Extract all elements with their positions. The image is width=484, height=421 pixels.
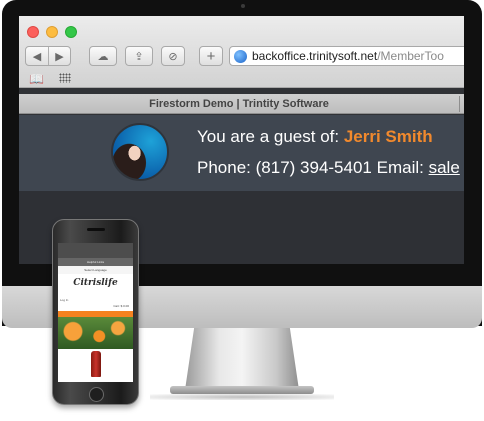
address-bar[interactable]: backoffice.trinitysoft.net/MemberToo bbox=[229, 46, 464, 66]
camera-icon bbox=[241, 4, 245, 8]
mobile-logo: Citrislife bbox=[73, 278, 118, 288]
browser-toolbar: ◀ ▶ ☁ ⇪ ⊘ + backoffice.trinitysoft.net/M… bbox=[19, 16, 464, 88]
mobile-hero-image bbox=[58, 317, 133, 349]
avatar bbox=[111, 123, 169, 181]
mobile-login[interactable]: Log In bbox=[58, 296, 133, 304]
product-bottle-image bbox=[91, 351, 101, 377]
mobile-product-area bbox=[58, 349, 133, 379]
book-icon[interactable]: 📖 bbox=[29, 72, 44, 86]
url-path: /MemberToo bbox=[377, 49, 444, 63]
mobile-helpful-links[interactable]: Helpful Links bbox=[58, 258, 133, 266]
email-link[interactable]: sale bbox=[429, 158, 460, 177]
mobile-cart[interactable]: Cart: $ 0.00 bbox=[58, 304, 133, 311]
iphone: Helpful Links Select Language Citrislife… bbox=[52, 219, 139, 405]
imac-foot bbox=[170, 386, 314, 394]
grid-icon[interactable] bbox=[59, 73, 71, 83]
minimize-window-icon[interactable] bbox=[46, 26, 58, 38]
email-label: Email: bbox=[376, 158, 424, 177]
block-icon[interactable]: ⊘ bbox=[161, 46, 185, 66]
imac-shadow bbox=[150, 394, 334, 400]
chevron-left-icon[interactable]: ◀ bbox=[26, 47, 48, 65]
globe-icon bbox=[234, 49, 247, 63]
guest-line: You are a guest of: Jerri Smith bbox=[197, 127, 433, 147]
share-icon[interactable]: ⇪ bbox=[125, 46, 153, 66]
cloud-icon[interactable]: ☁ bbox=[89, 46, 117, 66]
phone-screen: Helpful Links Select Language Citrislife… bbox=[58, 243, 133, 382]
guest-banner: You are a guest of: Jerri Smith Phone: (… bbox=[19, 115, 464, 191]
tab-divider bbox=[459, 96, 460, 112]
zoom-window-icon[interactable] bbox=[65, 26, 77, 38]
guest-name: Jerri Smith bbox=[343, 127, 433, 146]
back-forward-group: ◀ ▶ bbox=[25, 46, 71, 66]
speaker-icon bbox=[87, 228, 105, 231]
imac-stand bbox=[185, 328, 299, 390]
chevron-right-icon[interactable]: ▶ bbox=[48, 47, 70, 65]
tab-active[interactable]: Firestorm Demo | Trintity Software bbox=[19, 94, 459, 114]
tab-bar: Firestorm Demo | Trintity Software bbox=[19, 94, 464, 114]
mobile-language-select[interactable]: Select Language bbox=[58, 266, 133, 274]
mobile-guest-header bbox=[58, 243, 133, 258]
plus-icon[interactable]: + bbox=[199, 46, 223, 66]
phone-label: Phone: bbox=[197, 158, 251, 177]
home-button-icon[interactable] bbox=[89, 387, 104, 402]
url-host: backoffice.trinitysoft.net bbox=[252, 49, 378, 63]
close-window-icon[interactable] bbox=[27, 26, 39, 38]
guest-prefix: You are a guest of: bbox=[197, 127, 340, 146]
contact-line: Phone: (817) 394-5401 Email: sale bbox=[197, 158, 460, 178]
phone-number: (817) 394-5401 bbox=[255, 158, 372, 177]
